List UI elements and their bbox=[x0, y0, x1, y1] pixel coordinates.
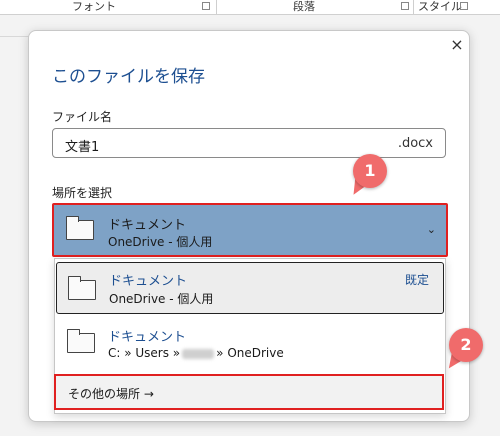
close-icon[interactable]: × bbox=[448, 36, 466, 54]
folder-icon bbox=[67, 329, 95, 353]
callout-1: 1 bbox=[353, 154, 387, 188]
font-dialog-launcher-icon[interactable] bbox=[202, 2, 210, 10]
filename-input[interactable]: 文書1 .docx bbox=[52, 128, 446, 158]
option-path-prefix: C: » Users » bbox=[108, 346, 181, 360]
folder-icon bbox=[68, 276, 96, 300]
style-dialog-launcher-icon[interactable] bbox=[460, 2, 468, 10]
option-name: ドキュメント bbox=[109, 274, 188, 289]
ribbon-strip: フォント 段落 スタイル bbox=[0, 0, 500, 15]
option-name: ドキュメント bbox=[108, 330, 187, 345]
filename-label: ファイル名 bbox=[52, 110, 113, 124]
folder-icon bbox=[66, 216, 94, 240]
callout-2: 2 bbox=[449, 328, 483, 362]
option-sub: OneDrive - 個人用 bbox=[109, 292, 214, 306]
default-badge: 既定 bbox=[404, 273, 429, 287]
redacted-username bbox=[182, 348, 215, 359]
option-path: C: » Users » » OneDrive bbox=[108, 346, 284, 360]
ribbon-group-style: スタイル bbox=[418, 0, 462, 13]
document-edge bbox=[0, 36, 30, 37]
paragraph-dialog-launcher-icon[interactable] bbox=[401, 2, 409, 10]
option-path-suffix: » OneDrive bbox=[216, 346, 284, 360]
ribbon-group-paragraph: 段落 bbox=[293, 0, 315, 13]
ribbon-separator bbox=[413, 0, 414, 14]
location-label: 場所を選択 bbox=[52, 186, 113, 200]
other-locations-button[interactable]: その他の場所 → bbox=[54, 374, 444, 410]
filename-value: 文書1 bbox=[65, 140, 100, 155]
location-dropdown[interactable]: ドキュメント OneDrive - 個人用 ⌄ bbox=[52, 203, 448, 257]
ribbon-group-font: フォント bbox=[72, 0, 116, 13]
ribbon-separator bbox=[216, 0, 217, 14]
other-locations-label: その他の場所 → bbox=[68, 387, 154, 401]
location-option-onedrive[interactable]: ドキュメント OneDrive - 個人用 既定 bbox=[56, 262, 444, 314]
selected-location-name: ドキュメント bbox=[108, 218, 187, 233]
location-option-local[interactable]: ドキュメント C: » Users » » OneDrive bbox=[56, 316, 444, 368]
filename-extension: .docx bbox=[397, 136, 433, 151]
dialog-title: このファイルを保存 bbox=[52, 67, 205, 87]
chevron-down-icon: ⌄ bbox=[426, 223, 436, 236]
selected-location-sub: OneDrive - 個人用 bbox=[108, 235, 213, 249]
